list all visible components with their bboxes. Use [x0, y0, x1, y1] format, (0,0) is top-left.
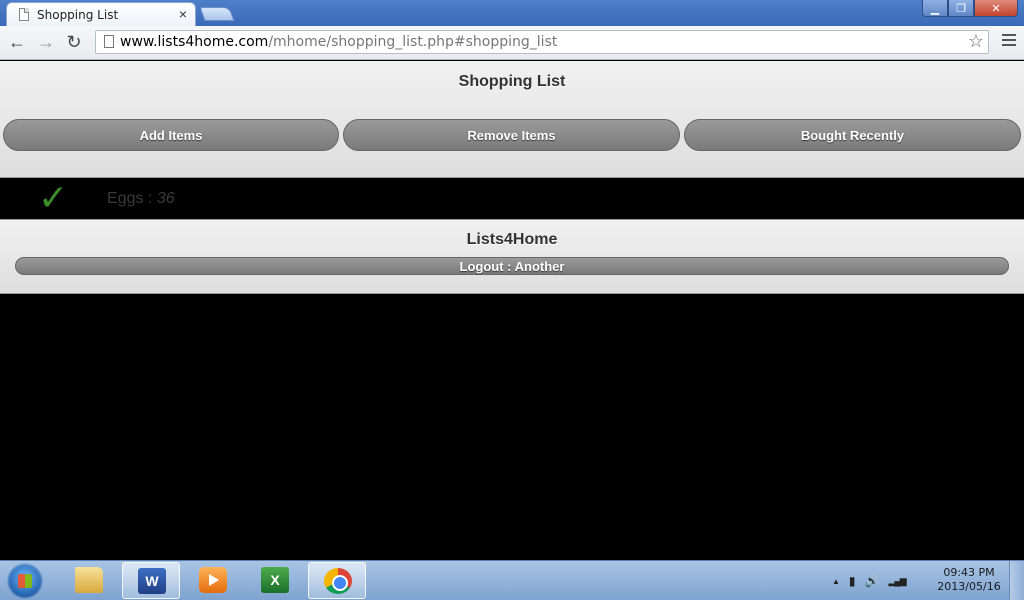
back-button[interactable]: ← — [6, 32, 28, 52]
chrome-icon — [324, 568, 352, 594]
battery-icon[interactable]: ▮ — [849, 574, 856, 588]
taskbar-chrome[interactable] — [308, 562, 366, 599]
bought-recently-button[interactable]: Bought Recently — [684, 119, 1021, 151]
clock-time: 09:43 PM — [943, 566, 995, 579]
page-footer: Lists4Home Logout : Another — [0, 219, 1024, 294]
address-bar[interactable]: www.lists4home.com/mhome/shopping_list.p… — [95, 30, 989, 54]
start-button[interactable] — [7, 563, 43, 599]
menu-icon[interactable] — [1002, 34, 1016, 48]
media-player-icon — [199, 567, 227, 593]
taskbar-excel[interactable]: X — [246, 562, 304, 599]
taskbar-word[interactable]: W — [122, 562, 180, 599]
show-desktop-button[interactable] — [1009, 561, 1024, 600]
add-items-button[interactable]: Add Items — [3, 119, 339, 151]
check-icon: ✓ — [38, 178, 69, 219]
clock[interactable]: 09:43 PM 2013/05/16 — [932, 566, 1006, 594]
remove-items-button[interactable]: Remove Items — [343, 119, 680, 151]
url-text[interactable]: www.lists4home.com/mhome/shopping_list.p… — [120, 34, 557, 50]
page-icon — [19, 8, 29, 21]
forward-button[interactable]: → — [35, 32, 57, 52]
word-icon: W — [138, 568, 166, 594]
tab-title: Shopping List — [37, 8, 119, 22]
clock-date: 2013/05/16 — [937, 580, 1001, 593]
system-tray: ▲ ▮ 🔊 ▂▄▆ — [832, 571, 907, 591]
list-item[interactable]: ✓ Eggs : 36 — [0, 179, 1024, 219]
close-window-button[interactable]: ✕ — [974, 0, 1018, 17]
page-icon — [104, 35, 114, 48]
excel-icon: X — [261, 567, 289, 593]
list-item-label: Eggs : 36 — [107, 190, 175, 207]
network-signal-icon[interactable]: ▂▄▆ — [888, 576, 906, 587]
browser-titlebar: Shopping List × ▁ ❐ ✕ — [0, 0, 1024, 26]
page-header: Shopping List Add Items Remove Items Bou… — [0, 61, 1024, 178]
tab-shopping-list[interactable]: Shopping List × — [6, 2, 196, 26]
tab-close-icon[interactable]: × — [179, 6, 187, 22]
page-content: Shopping List Add Items Remove Items Bou… — [0, 61, 1024, 560]
taskbar: W X ▲ ▮ 🔊 ▂▄▆ 09:43 PM 2013/05/16 — [0, 560, 1024, 600]
window-controls: ▁ ❐ ✕ — [922, 0, 1018, 18]
reload-button[interactable]: ↻ — [63, 32, 85, 52]
new-tab-button[interactable] — [199, 7, 235, 21]
footer-title: Lists4Home — [466, 231, 558, 248]
tray-expand-icon[interactable]: ▲ — [832, 577, 840, 586]
browser-toolbar: ← → ↻ www.lists4home.com/mhome/shopping_… — [0, 26, 1024, 60]
taskbar-explorer[interactable] — [60, 562, 118, 599]
volume-icon[interactable]: 🔊 — [865, 574, 880, 588]
folder-icon — [75, 567, 103, 593]
maximize-button[interactable]: ❐ — [948, 0, 974, 17]
taskbar-media-player[interactable] — [184, 562, 242, 599]
minimize-button[interactable]: ▁ — [922, 0, 948, 17]
page-title: Shopping List — [458, 73, 566, 90]
logout-button[interactable]: Logout : Another — [15, 257, 1009, 275]
bookmark-star-icon[interactable]: ☆ — [968, 31, 984, 52]
